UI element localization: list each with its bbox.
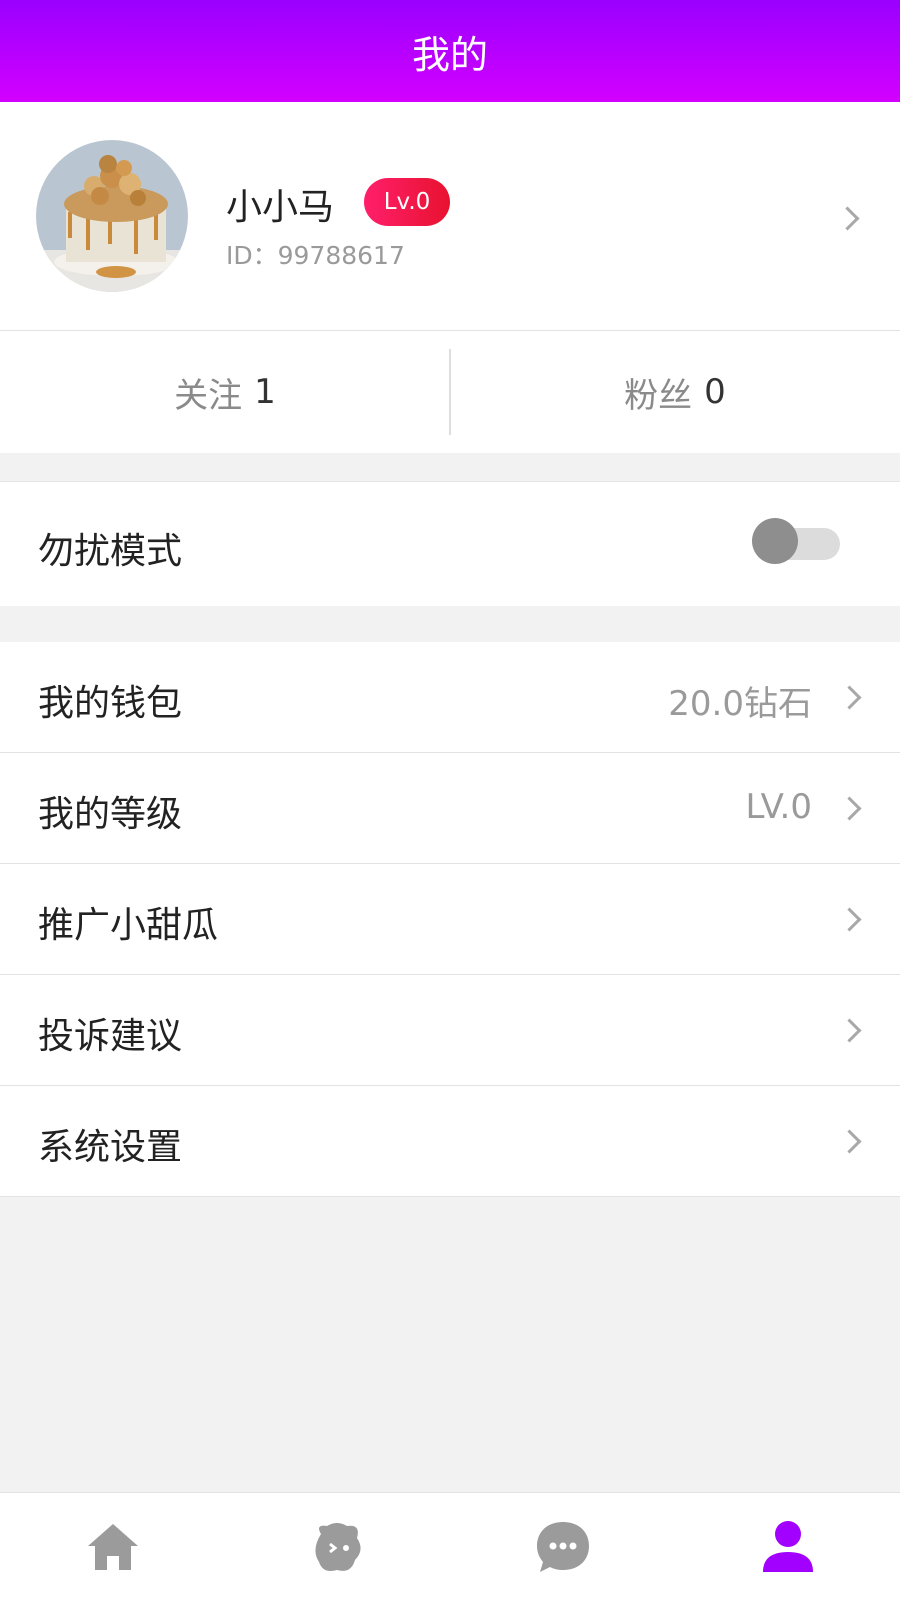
- chevron-right-icon: [837, 796, 862, 821]
- fans-count: 0: [704, 372, 726, 412]
- level-value: LV.0: [745, 787, 812, 827]
- stats-bar: 关注 1 粉丝 0: [0, 330, 900, 453]
- chevron-right-icon: [835, 206, 860, 231]
- profile-icon: [762, 1521, 813, 1572]
- do-not-disturb-row: 勿扰模式: [0, 481, 900, 606]
- header-bar: 我的: [0, 0, 900, 102]
- settings-menu: 我的钱包 20.0钻石 我的等级 LV.0 推广小甜瓜 投诉建议 系统设置: [0, 642, 900, 1197]
- user-name: 小小马: [226, 187, 335, 228]
- profile-card[interactable]: 小小马 Lv.0 ID：99788617: [0, 102, 900, 330]
- fans-stat[interactable]: 粉丝 0: [450, 331, 900, 453]
- tab-discover[interactable]: [225, 1493, 450, 1601]
- menu-item-label: 我的等级: [38, 794, 183, 835]
- menu-item-feedback[interactable]: 投诉建议: [0, 975, 900, 1086]
- home-icon: [87, 1524, 138, 1570]
- chevron-right-icon: [837, 1129, 862, 1154]
- wallet-balance: 20.0钻石: [668, 684, 812, 724]
- menu-item-promote[interactable]: 推广小甜瓜: [0, 864, 900, 975]
- menu-item-label: 系统设置: [38, 1127, 183, 1168]
- message-icon: [536, 1522, 589, 1572]
- page-title: 我的: [411, 32, 488, 77]
- user-id: ID：99788617: [226, 241, 405, 270]
- chevron-right-icon: [837, 907, 862, 932]
- menu-item-label: 我的钱包: [38, 683, 183, 724]
- toggle-knob: [752, 518, 798, 564]
- following-stat[interactable]: 关注 1: [0, 331, 450, 453]
- following-count: 1: [254, 372, 276, 412]
- menu-item-level[interactable]: 我的等级 LV.0: [0, 753, 900, 864]
- bottom-tab-bar: [0, 1492, 900, 1601]
- tab-home[interactable]: [0, 1493, 225, 1601]
- chevron-right-icon: [837, 1018, 862, 1043]
- avatar-image: [36, 140, 188, 292]
- avatar[interactable]: [36, 140, 188, 292]
- stats-divider: [449, 349, 451, 435]
- do-not-disturb-label: 勿扰模式: [38, 531, 183, 572]
- menu-item-label: 投诉建议: [38, 1016, 183, 1057]
- following-label: 关注: [174, 375, 243, 416]
- tab-profile[interactable]: [675, 1493, 900, 1601]
- level-badge: Lv.0: [364, 178, 450, 226]
- menu-item-wallet[interactable]: 我的钱包 20.0钻石: [0, 642, 900, 753]
- fans-label: 粉丝: [624, 375, 693, 416]
- do-not-disturb-toggle[interactable]: [752, 518, 840, 564]
- menu-item-label: 推广小甜瓜: [38, 905, 219, 946]
- menu-item-settings[interactable]: 系统设置: [0, 1086, 900, 1197]
- discover-icon: [314, 1523, 361, 1571]
- tab-messages[interactable]: [450, 1493, 675, 1601]
- chevron-right-icon: [837, 685, 862, 710]
